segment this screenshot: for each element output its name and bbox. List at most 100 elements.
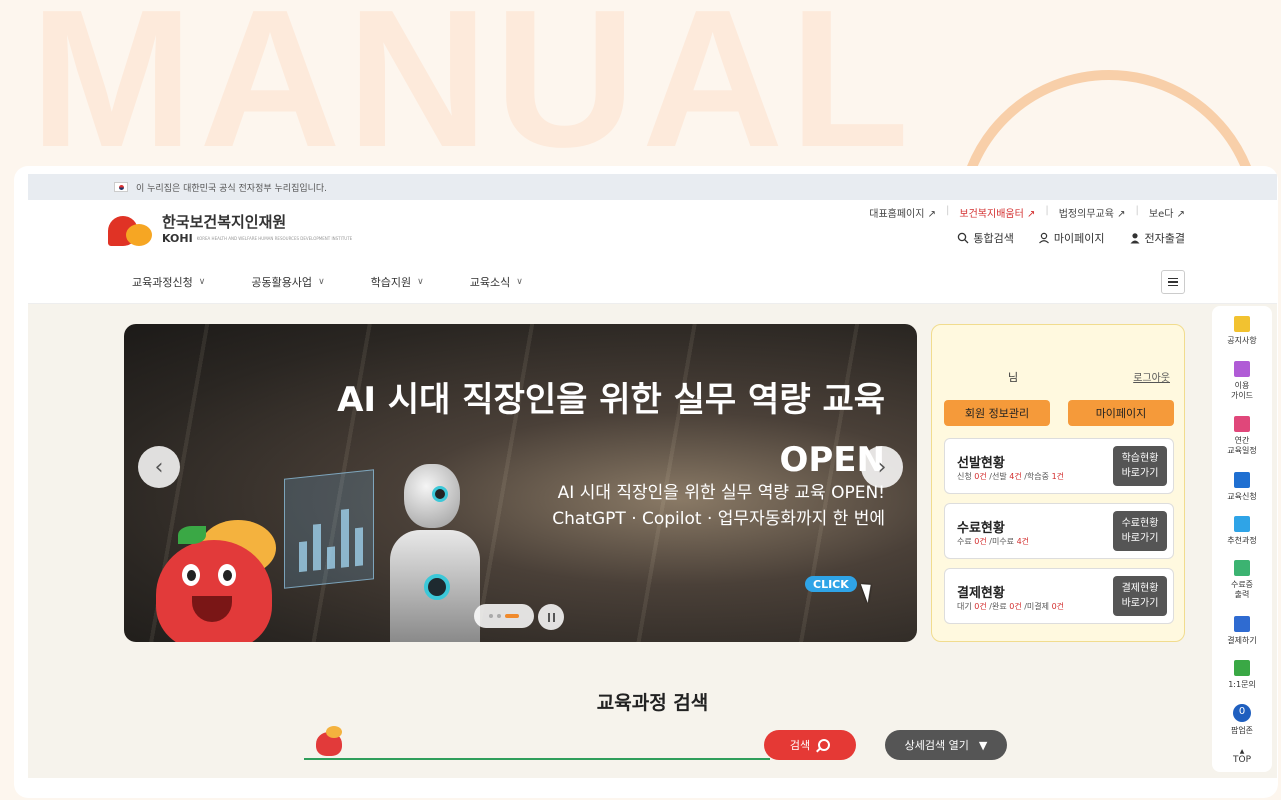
advanced-search-label: 상세검색 열기 — [904, 739, 969, 752]
certificate-icon — [1234, 560, 1250, 576]
korea-flag-icon — [114, 182, 128, 192]
gov-banner: 이 누리집은 대한민국 공식 전자정부 누리집입니다. — [28, 174, 1277, 200]
completion-status-card: 수료현황 수료 0건 /미수료 4건 수료현황 바로가기 — [944, 503, 1174, 559]
chevron-down-icon: ∨ — [516, 277, 523, 287]
search-button-label: 검색 — [789, 739, 811, 752]
pagination-dot[interactable] — [489, 614, 493, 618]
notice-icon — [1234, 316, 1250, 332]
banner-title-line1: AI 시대 직장인을 위한 실무 역량 교육 — [337, 380, 885, 420]
course-search-input[interactable] — [304, 758, 770, 760]
completion-status-button[interactable]: 수료현황 바로가기 — [1113, 511, 1167, 551]
learning-status-button[interactable]: 학습현황 바로가기 — [1113, 446, 1167, 486]
quick-notice[interactable]: 공지사항 — [1212, 316, 1272, 346]
org-name: 한국보건복지인재원 — [162, 213, 287, 231]
nav-joint-program[interactable]: 공동활용사업 ∨ — [251, 274, 324, 290]
guide-icon — [1234, 361, 1250, 377]
scroll-top-button[interactable]: TOP — [1212, 748, 1272, 765]
quick-recommended[interactable]: 추천과정 — [1212, 516, 1272, 546]
robot-image — [384, 464, 484, 642]
attendance-link[interactable]: 전자출결 — [1129, 230, 1185, 246]
nav-label: 교육과정신청 — [132, 276, 193, 289]
nav-learning-support[interactable]: 학습지원 ∨ — [371, 274, 424, 290]
hamburger-menu-button[interactable] — [1161, 270, 1185, 294]
integrated-search-label: 통합검색 — [973, 232, 1014, 245]
quick-payment[interactable]: 결제하기 — [1212, 616, 1272, 646]
mypage-label: 마이페이지 — [1053, 232, 1105, 245]
course-search-title: 교육과정 검색 — [596, 692, 709, 714]
payment-status-card: 결제현황 대기 0건 /완료 0건 /미결제 0건 결제현황 바로가기 — [944, 568, 1174, 624]
integrated-search-link[interactable]: 통합검색 — [957, 230, 1014, 246]
nav-label: 공동활용사업 — [251, 276, 313, 289]
calendar-icon — [1234, 416, 1250, 432]
link-learning-site[interactable]: 보건복지배움터 ↗ — [959, 205, 1035, 220]
search-mascot-image — [316, 726, 342, 756]
card-title: 선발현황 — [957, 456, 1005, 471]
nav-label: 교육소식 — [469, 276, 511, 289]
main-content: AI 시대 직장인을 위한 실무 역량 교육 OPEN AI 시대 직장인을 위… — [28, 304, 1277, 778]
quick-annual-schedule[interactable]: 연간 교육일정 — [1212, 416, 1272, 456]
card-detail: 대기 0건 /완료 0건 /미결제 0건 — [957, 602, 1065, 611]
banner-click-badge[interactable]: CLICK — [805, 576, 857, 592]
background-watermark: MANUAL — [30, 0, 916, 188]
link-boeda[interactable]: 보e다 ↗ — [1149, 205, 1185, 220]
payment-icon — [1234, 616, 1250, 632]
pagination-dot[interactable] — [497, 614, 501, 618]
member-info-button[interactable]: 회원 정보관리 — [944, 400, 1050, 426]
quick-inquiry[interactable]: 1:1문의 — [1212, 660, 1272, 690]
apply-icon — [1234, 472, 1250, 488]
nav-news[interactable]: 교육소식 ∨ — [470, 274, 523, 290]
banner-pause-button[interactable] — [538, 604, 564, 630]
link-main-home[interactable]: 대표홈페이지 ↗ — [869, 205, 936, 220]
banner-subtitle-line2: ChatGPT · Copilot · 업무자동화까지 한 번에 — [552, 509, 885, 529]
quick-popup-zone[interactable]: 0 팝업존 — [1212, 704, 1272, 736]
banner-subtitle: AI 시대 직장인을 위한 실무 역량 교육 OPEN! ChatGPT · C… — [552, 480, 885, 532]
attendance-label: 전자출결 — [1144, 232, 1185, 245]
browser-frame: 이 누리집은 대한민국 공식 전자정부 누리집입니다. 한국보건복지인재원 KO… — [14, 166, 1278, 798]
site-logo[interactable]: 한국보건복지인재원 KOHI KOREA HEALTH AND WELFARE H… — [108, 210, 352, 246]
gov-banner-text: 이 누리집은 대한민국 공식 전자정부 누리집입니다. — [136, 183, 328, 194]
quick-menu: 공지사항 이용 가이드 연간 교육일정 교육신청 추천과정 수료증 출력 결제하… — [1212, 306, 1272, 772]
banner-subtitle-line1: AI 시대 직장인을 위한 실무 역량 교육 OPEN! — [557, 483, 885, 503]
inquiry-icon — [1234, 660, 1250, 676]
logo-mark-icon — [108, 210, 154, 246]
person-icon — [1130, 233, 1140, 244]
main-nav: 교육과정신청 ∨ 공동활용사업 ∨ 학습지원 ∨ 교육소식 ∨ — [132, 274, 523, 290]
utility-menu: 통합검색 마이페이지 전자출결 — [957, 230, 1185, 246]
quick-guide[interactable]: 이용 가이드 — [1212, 361, 1272, 401]
chevron-down-icon: ∨ — [318, 277, 325, 287]
quick-apply[interactable]: 교육신청 — [1212, 472, 1272, 502]
advanced-search-button[interactable]: 상세검색 열기 ▼ — [885, 730, 1007, 760]
popup-count-icon: 0 — [1233, 704, 1251, 722]
card-title: 수료현황 — [957, 521, 1005, 536]
user-panel: 님 로그아웃 회원 정보관리 마이페이지 선발현황 신청 0건 /선발 4건 /… — [931, 324, 1185, 642]
thumbs-up-icon — [1234, 516, 1250, 532]
mypage-link[interactable]: 마이페이지 — [1038, 230, 1105, 246]
search-button[interactable]: 검색 — [764, 730, 856, 760]
card-detail: 수료 0건 /미수료 4건 — [957, 537, 1030, 546]
nav-label: 학습지원 — [370, 276, 412, 289]
org-name-en: KOREA HEALTH AND WELFARE HUMAN RESOURCES… — [196, 236, 353, 241]
top-links: 대표홈페이지 ↗ | 보건복지배움터 ↗ | 법정의무교육 ↗ | 보e다 ↗ — [869, 205, 1185, 220]
banner-prev-button[interactable]: ‹ — [138, 446, 180, 488]
mascot-image — [150, 520, 280, 642]
org-abbr: KOHI — [162, 232, 193, 245]
site-header: 한국보건복지인재원 KOHI KOREA HEALTH AND WELFARE H… — [28, 200, 1277, 304]
payment-status-button[interactable]: 결제현황 바로가기 — [1113, 576, 1167, 616]
link-mandatory-education[interactable]: 법정의무교육 ↗ — [1059, 205, 1126, 220]
banner-next-button[interactable]: › — [861, 446, 903, 488]
banner-title: AI 시대 직장인을 위한 실무 역량 교육 OPEN — [337, 370, 885, 490]
pagination-dot-active[interactable] — [505, 614, 519, 618]
hero-banner[interactable]: AI 시대 직장인을 위한 실무 역량 교육 OPEN AI 시대 직장인을 위… — [124, 324, 917, 642]
triangle-down-icon: ▼ — [978, 738, 988, 752]
logout-link[interactable]: 로그아웃 — [1133, 369, 1170, 384]
search-icon — [818, 739, 831, 751]
chevron-down-icon: ∨ — [198, 277, 206, 287]
selection-status-card: 선발현황 신청 0건 /선발 4건 /학습중 1건 학습현황 바로가기 — [944, 438, 1174, 494]
quick-certificate[interactable]: 수료증 출력 — [1212, 560, 1272, 600]
card-detail: 신청 0건 /선발 4건 /학습중 1건 — [957, 472, 1065, 481]
user-icon — [1038, 232, 1049, 244]
mypage-button[interactable]: 마이페이지 — [1068, 400, 1174, 426]
user-greeting: 님 — [1008, 371, 1019, 384]
banner-pagination[interactable] — [474, 604, 534, 628]
nav-course-application[interactable]: 교육과정신청 ∨ — [132, 274, 205, 290]
